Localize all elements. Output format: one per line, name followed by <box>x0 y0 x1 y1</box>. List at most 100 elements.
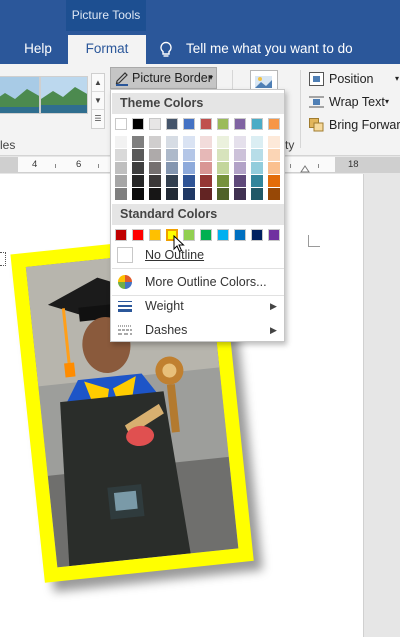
position-icon <box>309 72 324 86</box>
theme-shade-swatch[interactable] <box>200 136 212 148</box>
theme-color-swatch[interactable] <box>234 118 246 130</box>
theme-shade-swatch[interactable] <box>268 175 280 187</box>
theme-shade-swatch[interactable] <box>251 188 263 200</box>
standard-color-swatch[interactable] <box>115 229 127 241</box>
ruler-indent-marker-icon[interactable] <box>300 163 310 173</box>
picture-styles-group-label: les <box>0 138 16 152</box>
theme-shade-swatch[interactable] <box>132 188 144 200</box>
theme-shade-swatch[interactable] <box>234 149 246 161</box>
theme-color-swatch[interactable] <box>268 118 280 130</box>
dashes-item[interactable]: Dashes ▶ <box>112 318 284 342</box>
wrap-text-caret-icon: ▾ <box>385 97 390 106</box>
theme-shade-swatch[interactable] <box>115 162 127 174</box>
theme-shade-swatch[interactable] <box>115 136 127 148</box>
theme-shade-swatch[interactable] <box>183 188 195 200</box>
margin-corner-mark <box>308 235 320 247</box>
submenu-arrow-icon: ▶ <box>270 301 277 311</box>
standard-color-swatch[interactable] <box>149 229 161 241</box>
theme-color-swatch[interactable] <box>251 118 263 130</box>
theme-shade-swatch[interactable] <box>234 188 246 200</box>
theme-shade-swatch[interactable] <box>268 162 280 174</box>
theme-shade-swatch[interactable] <box>149 162 161 174</box>
theme-shade-swatch[interactable] <box>200 188 212 200</box>
no-outline-icon <box>117 247 133 263</box>
picture-border-button[interactable]: Picture Border ▾ <box>110 67 217 89</box>
theme-shade-swatch[interactable] <box>183 162 195 174</box>
theme-shade-swatch[interactable] <box>217 149 229 161</box>
theme-shade-swatch[interactable] <box>166 136 178 148</box>
lightbulb-icon <box>160 41 172 57</box>
theme-color-swatch[interactable] <box>115 118 127 130</box>
theme-shade-swatch[interactable] <box>166 175 178 187</box>
standard-color-swatch[interactable] <box>200 229 212 241</box>
theme-shade-swatch[interactable] <box>149 149 161 161</box>
theme-shade-swatch[interactable] <box>234 162 246 174</box>
gallery-up-icon[interactable]: ▲ <box>92 74 104 92</box>
theme-shade-swatch[interactable] <box>132 149 144 161</box>
theme-shade-swatch[interactable] <box>115 188 127 200</box>
no-outline-item[interactable]: No Outline <box>112 243 284 267</box>
standard-color-swatch[interactable] <box>268 229 280 241</box>
theme-shade-swatch[interactable] <box>132 136 144 148</box>
theme-shade-swatch[interactable] <box>183 149 195 161</box>
theme-shade-swatch[interactable] <box>166 188 178 200</box>
ruler-number: 18 <box>348 159 359 170</box>
theme-shade-swatch[interactable] <box>149 175 161 187</box>
theme-shade-swatch[interactable] <box>115 175 127 187</box>
theme-shade-swatch[interactable] <box>149 188 161 200</box>
theme-shade-swatch[interactable] <box>217 162 229 174</box>
theme-color-swatch[interactable] <box>149 118 161 130</box>
pen-icon <box>115 72 128 86</box>
theme-shade-swatch[interactable] <box>166 149 178 161</box>
tell-me-text: Tell me what you want to do <box>186 41 353 56</box>
theme-shade-swatch[interactable] <box>251 149 263 161</box>
standard-color-swatch[interactable] <box>132 229 144 241</box>
theme-shade-swatch[interactable] <box>217 175 229 187</box>
standard-color-swatch[interactable] <box>217 229 229 241</box>
theme-shade-swatch[interactable] <box>149 136 161 148</box>
picture-style-thumb-2[interactable] <box>40 76 88 114</box>
standard-color-swatch[interactable] <box>234 229 246 241</box>
theme-color-swatch[interactable] <box>132 118 144 130</box>
theme-shade-swatch[interactable] <box>183 136 195 148</box>
theme-shade-swatch[interactable] <box>115 149 127 161</box>
more-outline-colors-item[interactable]: More Outline Colors... <box>112 270 284 294</box>
picture-style-thumb-1[interactable] <box>0 76 40 114</box>
weight-item[interactable]: Weight ▶ <box>112 294 284 318</box>
gallery-scroll-arrows[interactable]: ▲ ▼ ☰ <box>91 73 105 129</box>
theme-color-swatch[interactable] <box>166 118 178 130</box>
picture-border-caret-icon: ▾ <box>209 73 214 82</box>
theme-shade-swatch[interactable] <box>217 188 229 200</box>
theme-shade-swatch[interactable] <box>234 136 246 148</box>
tab-help[interactable]: Help <box>16 35 60 64</box>
color-wheel-icon <box>118 275 132 289</box>
theme-shade-swatch[interactable] <box>200 149 212 161</box>
theme-shade-swatch[interactable] <box>268 188 280 200</box>
theme-shade-swatch[interactable] <box>268 136 280 148</box>
theme-shade-swatch[interactable] <box>200 162 212 174</box>
theme-shade-swatch[interactable] <box>132 175 144 187</box>
tab-format[interactable]: Format <box>68 35 146 64</box>
theme-color-swatch[interactable] <box>200 118 212 130</box>
theme-color-swatch[interactable] <box>183 118 195 130</box>
theme-shade-swatch[interactable] <box>251 162 263 174</box>
dashes-icon <box>118 325 132 335</box>
theme-shade-swatch[interactable] <box>166 162 178 174</box>
theme-shade-swatch[interactable] <box>234 175 246 187</box>
theme-color-swatch[interactable] <box>217 118 229 130</box>
standard-colors-header: Standard Colors <box>112 204 284 225</box>
theme-shade-swatch[interactable] <box>217 136 229 148</box>
theme-shade-swatch[interactable] <box>183 175 195 187</box>
theme-shade-swatch[interactable] <box>132 162 144 174</box>
theme-shade-swatch[interactable] <box>251 136 263 148</box>
standard-color-swatch[interactable] <box>251 229 263 241</box>
theme-shade-swatch[interactable] <box>251 175 263 187</box>
gallery-down-icon[interactable]: ▼ <box>92 92 104 110</box>
ruler-number: 6 <box>76 159 82 170</box>
arrange-group-label: ty <box>285 138 295 152</box>
gallery-more-icon[interactable]: ☰ <box>92 110 104 128</box>
vertical-scrollbar[interactable] <box>363 174 400 637</box>
theme-shade-swatch[interactable] <box>268 149 280 161</box>
line-weight-icon <box>118 301 132 312</box>
theme-shade-swatch[interactable] <box>200 175 212 187</box>
